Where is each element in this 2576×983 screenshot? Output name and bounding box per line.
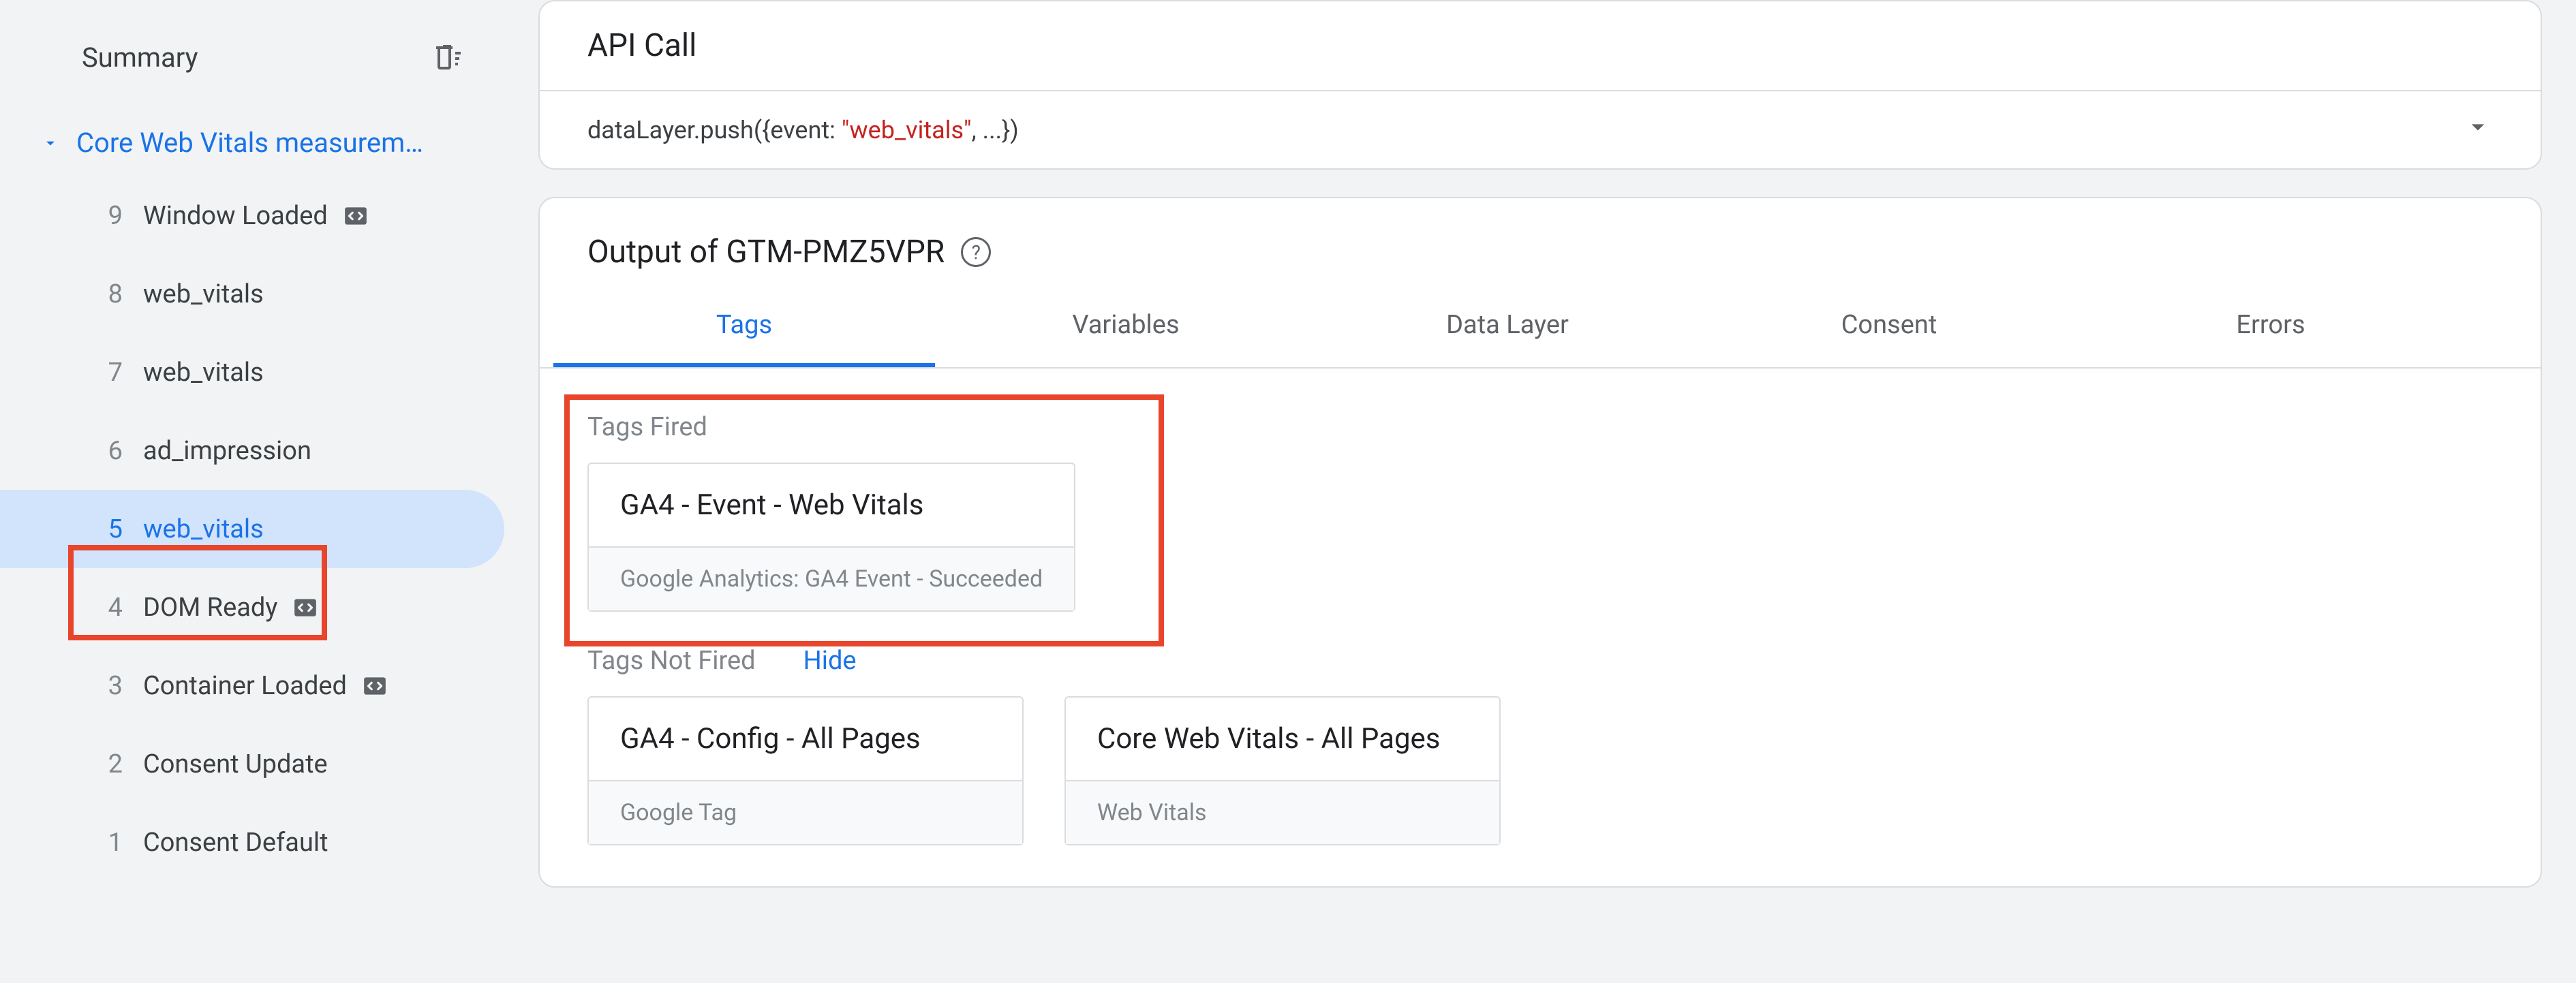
event-number: 7 <box>82 358 123 388</box>
event-number: 9 <box>82 201 123 231</box>
clear-button[interactable] <box>431 41 463 74</box>
tag-card[interactable]: GA4 - Config - All PagesGoogle Tag <box>587 696 1024 845</box>
event-label: web_vitals <box>123 279 264 309</box>
event-label: Consent Update <box>123 749 328 779</box>
event-label: ad_impression <box>123 436 311 466</box>
output-card: Output of GTM-PMZ5VPR ? TagsVariablesDat… <box>538 197 2542 888</box>
tab-consent[interactable]: Consent <box>1698 284 2080 367</box>
sidebar-event[interactable]: 9Window Loaded <box>0 176 504 255</box>
tab-errors[interactable]: Errors <box>2080 284 2462 367</box>
sidebar-event[interactable]: 7web_vitals <box>0 333 504 411</box>
expand-button[interactable] <box>2463 112 2493 148</box>
tag-name: Core Web Vitals - All Pages <box>1066 698 1499 780</box>
tab-data-layer[interactable]: Data Layer <box>1317 284 1698 367</box>
chevron-down-icon <box>2463 112 2493 142</box>
sidebar-event[interactable]: 4DOM Ready <box>0 568 504 646</box>
tag-name: GA4 - Event - Web Vitals <box>589 464 1074 546</box>
event-number: 2 <box>82 749 123 779</box>
tag-meta: Google Tag <box>589 780 1022 844</box>
tabs: TagsVariablesData LayerConsentErrors <box>540 284 2541 369</box>
hide-link[interactable]: Hide <box>803 646 857 676</box>
event-label: DOM Ready <box>123 593 277 623</box>
api-call-code: dataLayer.push({event: "web_vitals", ...… <box>587 116 1019 144</box>
output-title: Output of GTM-PMZ5VPR <box>587 234 945 270</box>
sidebar: Summary Core Web Vitals measurem… 9Windo… <box>0 0 504 983</box>
sidebar-event[interactable]: 5web_vitals <box>0 490 504 568</box>
tag-meta: Google Analytics: GA4 Event - Succeeded <box>589 546 1074 610</box>
event-label: Consent Default <box>123 828 328 858</box>
event-number: 8 <box>82 279 123 309</box>
tag-name: GA4 - Config - All Pages <box>589 698 1022 780</box>
tab-tags[interactable]: Tags <box>553 284 935 367</box>
sidebar-event[interactable]: 8web_vitals <box>0 255 504 333</box>
api-call-title: API Call <box>540 1 2541 90</box>
event-number: 4 <box>82 593 123 623</box>
caret-down-icon <box>41 134 60 153</box>
delete-sweep-icon <box>431 41 463 74</box>
event-label: Container Loaded <box>123 671 347 701</box>
tags-fired-title: Tags Fired <box>587 412 2493 442</box>
event-number: 3 <box>82 671 123 701</box>
help-icon[interactable]: ? <box>961 237 991 267</box>
event-number: 1 <box>82 828 123 858</box>
tag-card[interactable]: Core Web Vitals - All PagesWeb Vitals <box>1064 696 1501 845</box>
output-body: Tags Fired GA4 - Event - Web VitalsGoogl… <box>540 369 2541 886</box>
sidebar-title: Summary <box>82 42 198 74</box>
tag-card[interactable]: GA4 - Event - Web VitalsGoogle Analytics… <box>587 463 1075 612</box>
code-icon <box>292 595 318 621</box>
api-call-card: API Call dataLayer.push({event: "web_vit… <box>538 0 2542 170</box>
sidebar-event[interactable]: 2Consent Update <box>0 725 504 803</box>
code-icon <box>362 673 388 699</box>
event-label: web_vitals <box>123 358 264 388</box>
sidebar-event[interactable]: 1Consent Default <box>0 803 504 881</box>
tag-meta: Web Vitals <box>1066 780 1499 844</box>
api-call-code-row[interactable]: dataLayer.push({event: "web_vitals", ...… <box>540 90 2541 168</box>
event-label: web_vitals <box>123 514 264 544</box>
event-label: Window Loaded <box>123 201 328 231</box>
tags-not-fired-title: Tags Not Fired <box>587 646 756 676</box>
sidebar-group[interactable]: Core Web Vitals measurem… <box>0 114 504 171</box>
code-icon <box>343 203 369 229</box>
sidebar-event[interactable]: 3Container Loaded <box>0 646 504 725</box>
event-number: 5 <box>82 514 123 544</box>
sidebar-event[interactable]: 6ad_impression <box>0 411 504 490</box>
sidebar-group-label: Core Web Vitals measurem… <box>76 127 423 159</box>
event-number: 6 <box>82 436 123 466</box>
main: API Call dataLayer.push({event: "web_vit… <box>504 0 2576 983</box>
tab-variables[interactable]: Variables <box>935 284 1317 367</box>
